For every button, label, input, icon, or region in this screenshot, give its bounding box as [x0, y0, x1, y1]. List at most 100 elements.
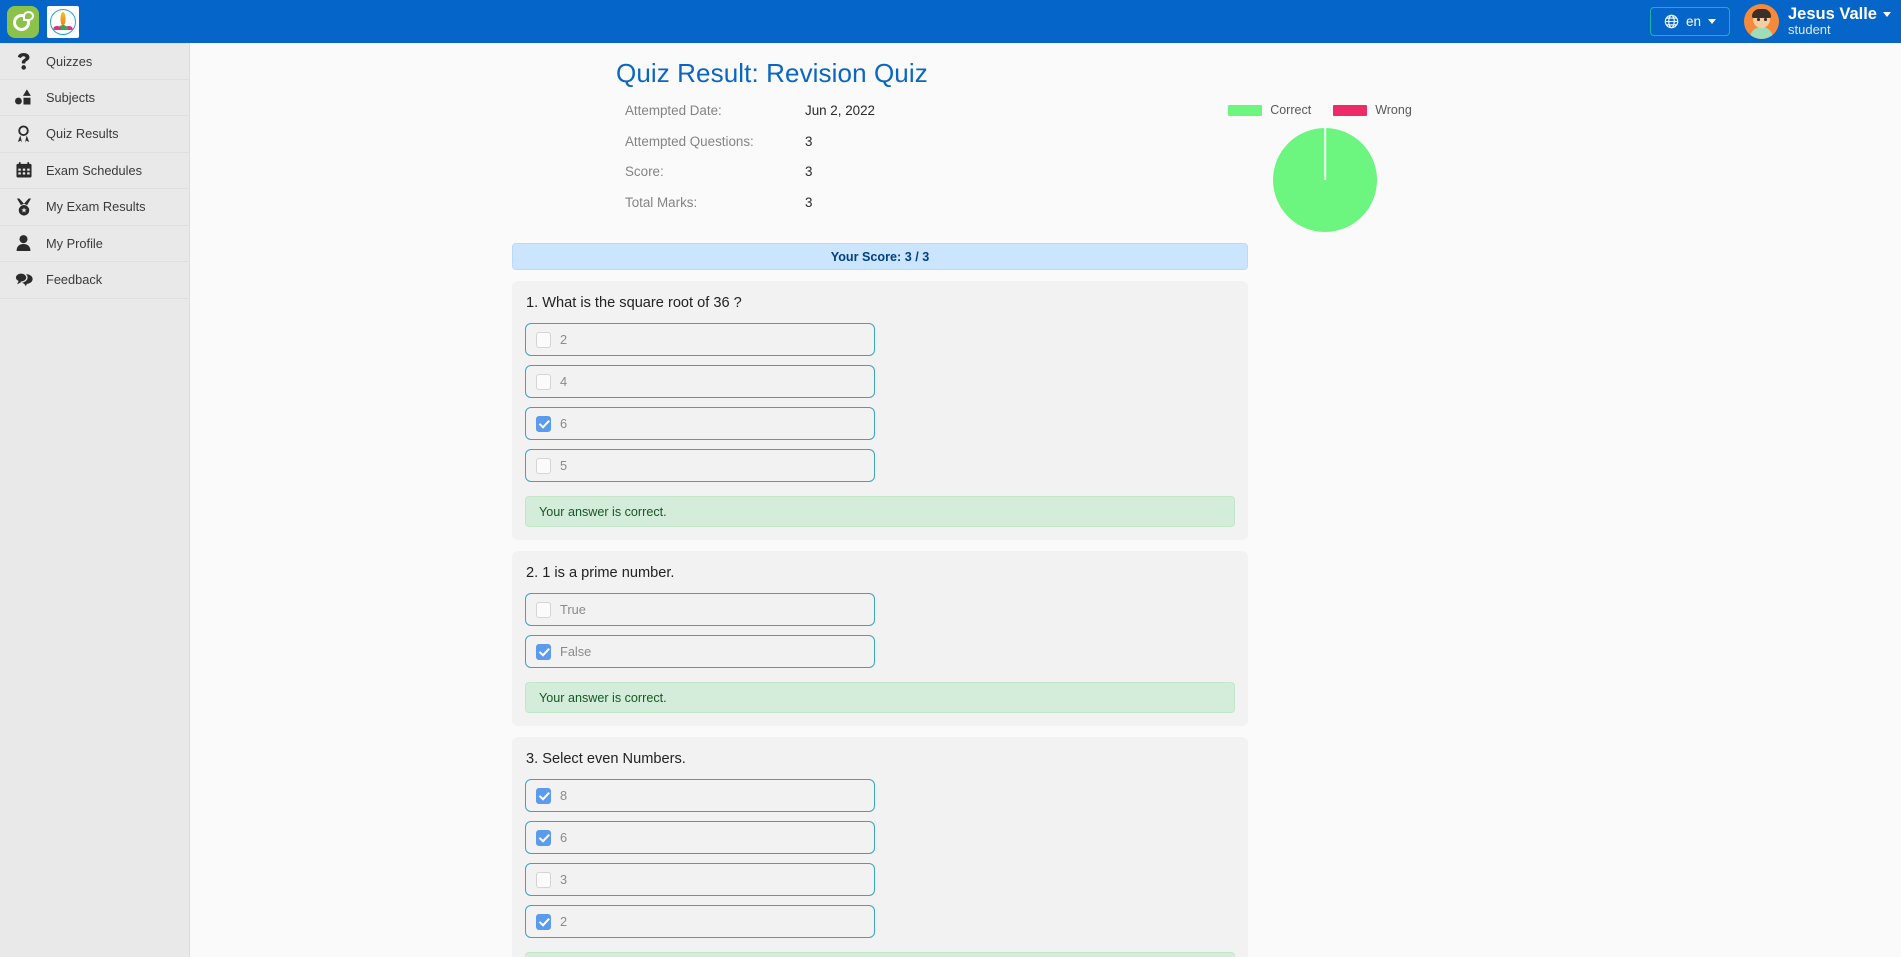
study-logo-icon[interactable] — [7, 6, 39, 38]
checkbox-unchecked-icon[interactable] — [536, 374, 551, 390]
option-label: 2 — [560, 914, 567, 929]
meta-label: Total Marks: — [625, 195, 805, 210]
institute-logo-icon[interactable] — [47, 6, 79, 38]
meta-value: Jun 2, 2022 — [805, 103, 875, 118]
checkbox-checked-icon[interactable] — [536, 416, 551, 432]
sidebar-item-quiz-results[interactable]: Quiz Results — [0, 116, 190, 153]
logo-disc — [50, 9, 76, 35]
pie-slice-divider — [1324, 128, 1326, 180]
meta-row: Attempted Date: Jun 2, 2022 — [625, 103, 1105, 134]
chevron-down-icon — [1883, 12, 1891, 17]
checkbox-unchecked-icon[interactable] — [536, 602, 551, 618]
answer-option[interactable]: 6 — [525, 821, 875, 854]
option-label: 4 — [560, 374, 567, 389]
score-banner: Your Score: 3 / 3 — [512, 243, 1248, 270]
user-name: Jesus Valle — [1788, 5, 1877, 23]
user-icon — [14, 235, 33, 251]
legend-label: Wrong — [1375, 103, 1412, 117]
question-card: 3. Select even Numbers. 8 6 3 2 Your answer i… — [512, 737, 1248, 957]
option-grid: 2 4 6 5 — [525, 323, 1235, 482]
option-grid: True False — [525, 593, 1235, 668]
answer-option[interactable]: 3 — [525, 863, 875, 896]
answer-feedback: Your answer is correct. — [525, 496, 1235, 527]
checkbox-unchecked-icon[interactable] — [536, 458, 551, 474]
sidebar: Quizzes Subjects Quiz Results — [0, 43, 190, 957]
language-label: en — [1686, 14, 1701, 29]
checkbox-unchecked-icon[interactable] — [536, 872, 551, 888]
checkbox-checked-icon[interactable] — [536, 644, 551, 660]
option-label: 6 — [560, 830, 567, 845]
user-name-row: Jesus Valle — [1788, 5, 1891, 23]
sidebar-item-label: Feedback — [46, 272, 102, 287]
answer-option[interactable]: True — [525, 593, 875, 626]
result-body: Your Score: 3 / 3 1. What is the square … — [512, 243, 1248, 957]
question-card: 2. 1 is a prime number. True False Your ans… — [512, 551, 1248, 726]
page-title: Quiz Result: Revision Quiz — [616, 58, 1901, 89]
question-mark-icon — [14, 53, 33, 70]
option-label: True — [560, 602, 586, 617]
meta-label: Score: — [625, 164, 805, 179]
legend-item-wrong: Wrong — [1333, 103, 1412, 117]
checkbox-checked-icon[interactable] — [536, 788, 551, 804]
question-text: 2. 1 is a prime number. — [525, 565, 1235, 581]
option-label: 2 — [560, 332, 567, 347]
pie-slice-group — [1273, 128, 1377, 232]
answer-option[interactable]: 5 — [525, 449, 875, 482]
sidebar-item-my-profile[interactable]: My Profile — [0, 226, 190, 263]
meta-row: Attempted Questions: 3 — [625, 134, 1105, 165]
meta-label: Attempted Date: — [625, 103, 805, 118]
sidebar-item-feedback[interactable]: Feedback — [0, 262, 190, 299]
logo-bubble — [23, 11, 34, 21]
award-icon — [14, 125, 33, 143]
top-bar: en Jesus Valle student — [0, 0, 1901, 43]
top-bar-right: en Jesus Valle student — [1650, 4, 1891, 39]
meta-label: Attempted Questions: — [625, 134, 805, 149]
question-card: 1. What is the square root of 36 ? 2 4 6 5 Yo… — [512, 281, 1248, 540]
answer-feedback: Your answer is correct. — [525, 682, 1235, 713]
chevron-down-icon — [1708, 19, 1716, 24]
main-content: Quiz Result: Revision Quiz Attempted Dat… — [190, 43, 1901, 957]
sidebar-item-exam-schedules[interactable]: Exam Schedules — [0, 153, 190, 190]
meta-value: 3 — [805, 134, 812, 149]
answer-feedback: Your answer is correct. — [525, 952, 1235, 957]
option-grid: 8 6 3 2 — [525, 779, 1235, 938]
question-list: 1. What is the square root of 36 ? 2 4 6 5 Yo… — [512, 281, 1248, 957]
comments-icon — [14, 272, 33, 288]
user-text: Jesus Valle student — [1788, 5, 1891, 37]
sidebar-item-quizzes[interactable]: Quizzes — [0, 43, 190, 80]
chart-legend: Correct Wrong — [1165, 103, 1475, 117]
answer-option[interactable]: 8 — [525, 779, 875, 812]
answer-option[interactable]: 6 — [525, 407, 875, 440]
answer-option[interactable]: 2 — [525, 905, 875, 938]
meta-row: Total Marks: 3 — [625, 195, 1105, 226]
shapes-icon — [14, 89, 33, 105]
medal-icon — [14, 198, 33, 216]
option-label: False — [560, 644, 591, 659]
user-menu[interactable]: Jesus Valle student — [1744, 4, 1891, 39]
logo-petals — [53, 21, 73, 30]
language-selector[interactable]: en — [1650, 7, 1730, 36]
sidebar-item-label: Quiz Results — [46, 126, 119, 141]
option-label: 6 — [560, 416, 567, 431]
checkbox-checked-icon[interactable] — [536, 914, 551, 930]
sidebar-item-subjects[interactable]: Subjects — [0, 80, 190, 117]
globe-icon — [1664, 14, 1679, 29]
checkbox-checked-icon[interactable] — [536, 830, 551, 846]
question-text: 3. Select even Numbers. — [525, 751, 1235, 767]
question-text: 1. What is the square root of 36 ? — [525, 295, 1235, 311]
answer-option[interactable]: 2 — [525, 323, 875, 356]
meta-value: 3 — [805, 195, 812, 210]
sidebar-item-my-exam-results[interactable]: My Exam Results — [0, 189, 190, 226]
user-role: student — [1788, 23, 1891, 37]
calendar-icon — [14, 162, 33, 178]
legend-item-correct: Correct — [1228, 103, 1311, 117]
checkbox-unchecked-icon[interactable] — [536, 332, 551, 348]
option-label: 5 — [560, 458, 567, 473]
option-label: 8 — [560, 788, 567, 803]
meta-row: Score: 3 — [625, 164, 1105, 195]
answer-option[interactable]: 4 — [525, 365, 875, 398]
answer-option[interactable]: False — [525, 635, 875, 668]
sidebar-item-label: My Exam Results — [46, 199, 146, 214]
quiz-meta-list: Attempted Date: Jun 2, 2022 Attempted Qu… — [625, 103, 1105, 232]
result-pie-chart: Correct Wrong — [1175, 103, 1475, 232]
